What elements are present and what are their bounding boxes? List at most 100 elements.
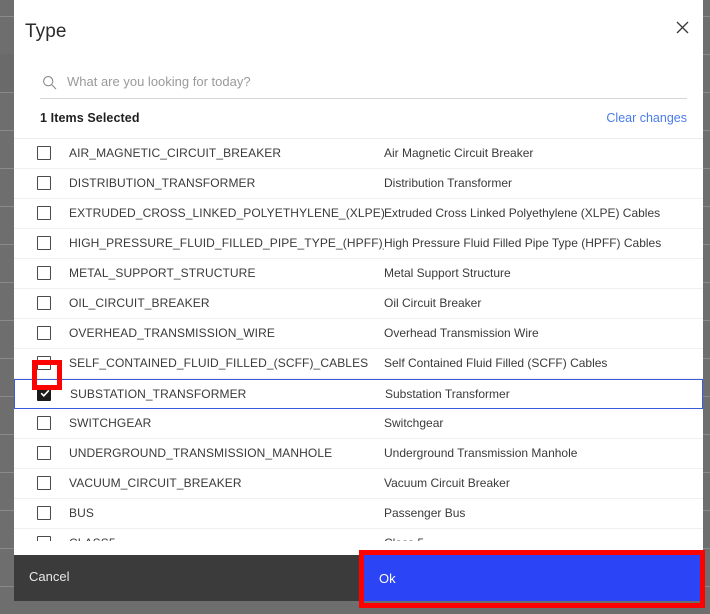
backdrop-divider (0, 168, 14, 169)
option-code: UNDERGROUND_TRANSMISSION_MANHOLE (69, 446, 333, 460)
search-icon (40, 73, 58, 91)
table-row[interactable]: UNDERGROUND_TRANSMISSION_MANHOLE Undergro… (14, 439, 703, 469)
table-row[interactable]: SWITCHGEAR Switchgear (14, 409, 703, 439)
backdrop-divider (703, 396, 710, 397)
option-code: SELF_CONTAINED_FLUID_FILLED_(SCFF)_CABLE… (69, 356, 369, 370)
option-label: Extruded Cross Linked Polyethylene (XLPE… (384, 206, 661, 220)
checkbox-unchecked[interactable] (37, 536, 51, 541)
table-row[interactable]: AIR_MAGNETIC_CIRCUIT_BREAKER Air Magnetic… (14, 139, 703, 169)
option-code: SUBSTATION_TRANSFORMER (70, 387, 247, 401)
option-label: Air Magnetic Circuit Breaker (384, 146, 534, 160)
option-label: Passenger Bus (384, 506, 466, 520)
checkbox-unchecked[interactable] (37, 446, 51, 460)
cancel-button[interactable]: Cancel (29, 569, 69, 584)
checkbox-unchecked[interactable] (37, 296, 51, 310)
option-code: SWITCHGEAR (69, 416, 152, 430)
table-row[interactable]: CLASS5Class 5 (14, 529, 703, 541)
backdrop-divider (703, 282, 710, 283)
backdrop-divider (703, 472, 710, 473)
option-label: Overhead Transmission Wire (384, 326, 539, 340)
checkbox-unchecked[interactable] (37, 506, 51, 520)
clear-changes-link[interactable]: Clear changes (606, 111, 687, 125)
backdrop-divider (0, 130, 14, 131)
option-label: Oil Circuit Breaker (384, 296, 482, 310)
backdrop-divider (703, 510, 710, 511)
backdrop-divider (0, 358, 14, 359)
option-code: BUS (69, 506, 94, 520)
table-row[interactable]: EXTRUDED_CROSS_LINKED_POLYETHYLENE_(XLPE… (14, 199, 703, 229)
checkbox-unchecked[interactable] (37, 146, 51, 160)
table-row[interactable]: VACUUM_CIRCUIT_BREAKER Vacuum Circuit Bre… (14, 469, 703, 499)
ok-button[interactable]: Ok (364, 555, 703, 601)
checkbox-unchecked[interactable] (37, 176, 51, 190)
table-row[interactable]: SUBSTATION_TRANSFORMER Substation Transfo… (14, 379, 703, 409)
backdrop-divider (0, 320, 14, 321)
backdrop-divider (0, 244, 14, 245)
checkbox-unchecked[interactable] (37, 416, 51, 430)
backdrop-divider (0, 282, 14, 283)
backdrop-divider (0, 586, 14, 587)
checkbox-unchecked[interactable] (37, 266, 51, 280)
dialog-footer: Cancel Ok (14, 555, 703, 601)
checkbox-unchecked[interactable] (37, 476, 51, 490)
backdrop-divider (703, 168, 710, 169)
table-row[interactable]: METAL_SUPPORT_STRUCTURE Metal Support Str… (14, 259, 703, 289)
backdrop-divider (0, 92, 14, 93)
search-bar[interactable] (40, 66, 687, 99)
backdrop-divider (703, 130, 710, 131)
checkbox-unchecked[interactable] (37, 326, 51, 340)
option-label: Self Contained Fluid Filled (SCFF) Cable… (384, 356, 608, 370)
option-code: METAL_SUPPORT_STRUCTURE (69, 266, 256, 280)
checkbox-unchecked[interactable] (37, 356, 51, 370)
option-label: Substation Transformer (385, 387, 510, 401)
backdrop-divider (0, 434, 14, 435)
option-label: Underground Transmission Manhole (384, 446, 578, 460)
option-code: VACUUM_CIRCUIT_BREAKER (69, 476, 242, 490)
type-options-list[interactable]: AIR_MAGNETIC_CIRCUIT_BREAKER Air Magnetic… (14, 139, 703, 541)
search-input[interactable] (67, 73, 687, 91)
backdrop-divider (0, 16, 14, 17)
backdrop-divider (703, 92, 710, 93)
backdrop-divider (703, 548, 710, 549)
option-code: HIGH_PRESSURE_FLUID_FILLED_PIPE_TYPE_(HP… (69, 236, 384, 250)
option-label: High Pressure Fluid Filled Pipe Type (HP… (384, 236, 662, 250)
backdrop-divider (703, 434, 710, 435)
backdrop-divider (703, 54, 710, 55)
table-row[interactable]: DISTRIBUTION_TRANSFORMER Distribution Tra… (14, 169, 703, 199)
selected-count-label: 1 Items Selected (40, 111, 140, 125)
backdrop-divider (703, 320, 710, 321)
table-row[interactable]: BUS Passenger Bus (14, 499, 703, 529)
checkbox-checked[interactable] (37, 387, 51, 401)
backdrop-divider (703, 358, 710, 359)
backdrop-divider (0, 548, 14, 549)
option-label: Metal Support Structure (384, 266, 511, 280)
option-label: Vacuum Circuit Breaker (384, 476, 510, 490)
option-code: CLASS5 (69, 536, 384, 541)
type-filter-dialog: Type 1 Items Selected Clear changes AIR_… (14, 0, 703, 601)
backdrop-divider (703, 16, 710, 17)
table-row[interactable]: OVERHEAD_TRANSMISSION_WIRE Overhead Trans… (14, 319, 703, 349)
option-code: OVERHEAD_TRANSMISSION_WIRE (69, 326, 275, 340)
close-icon[interactable] (669, 14, 695, 40)
option-code: EXTRUDED_CROSS_LINKED_POLYETHYLENE_(XLPE… (69, 206, 384, 220)
option-code: DISTRIBUTION_TRANSFORMER (69, 176, 256, 190)
option-label: Class 5 (384, 536, 694, 541)
checkbox-unchecked[interactable] (37, 206, 51, 220)
table-row[interactable]: HIGH_PRESSURE_FLUID_FILLED_PIPE_TYPE_(HP… (14, 229, 703, 259)
backdrop-highlight-row (0, 54, 14, 92)
backdrop-divider (0, 396, 14, 397)
option-label: Distribution Transformer (384, 176, 513, 190)
backdrop-divider (703, 244, 710, 245)
backdrop-divider (0, 510, 14, 511)
selection-summary-bar: 1 Items Selected Clear changes (14, 106, 703, 139)
dialog-title: Type (25, 21, 67, 42)
backdrop-divider (703, 206, 710, 207)
table-row[interactable]: OIL_CIRCUIT_BREAKER Oil Circuit Breaker (14, 289, 703, 319)
backdrop-divider (703, 586, 710, 587)
table-row[interactable]: SELF_CONTAINED_FLUID_FILLED_(SCFF)_CABLE… (14, 349, 703, 379)
option-code: OIL_CIRCUIT_BREAKER (69, 296, 210, 310)
checkbox-unchecked[interactable] (37, 236, 51, 250)
dialog-header: Type (14, 0, 703, 62)
option-code: AIR_MAGNETIC_CIRCUIT_BREAKER (69, 146, 282, 160)
backdrop-divider (0, 472, 14, 473)
